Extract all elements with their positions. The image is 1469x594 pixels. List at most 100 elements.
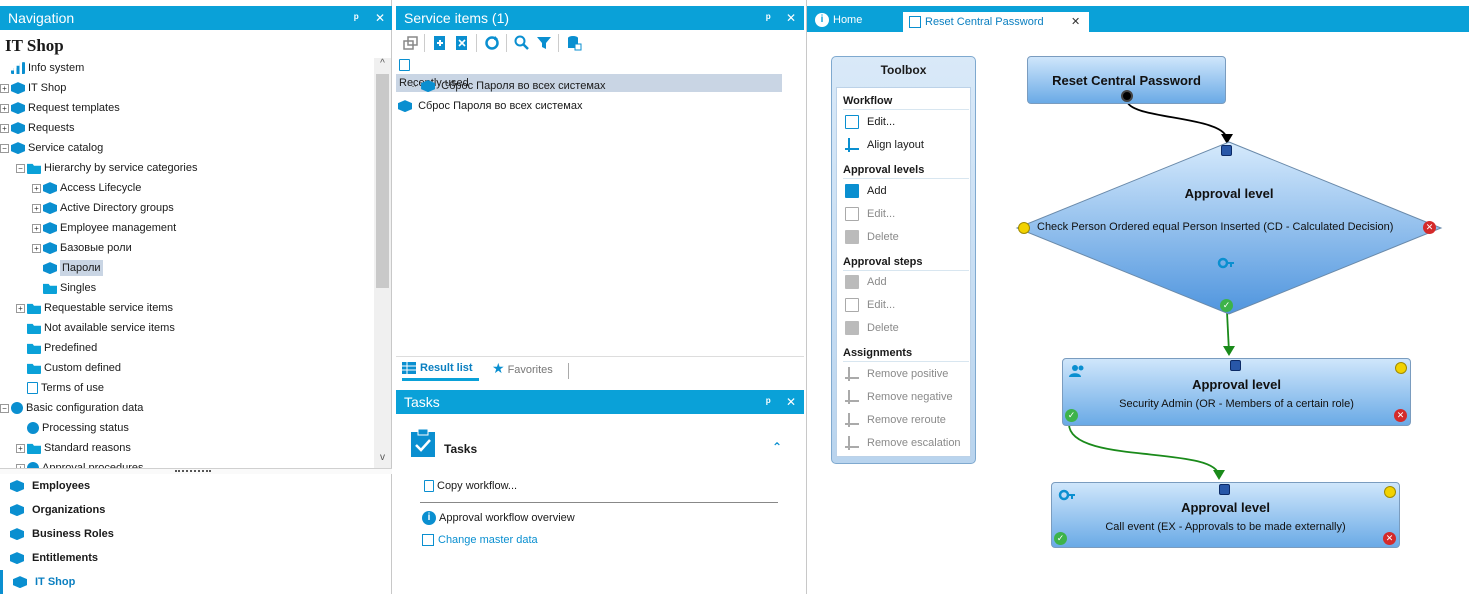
collapse-icon[interactable]: − <box>16 163 25 173</box>
tree-item[interactable]: +Approval procedures <box>16 458 144 468</box>
tree-item[interactable]: + Standard reasons <box>16 438 131 458</box>
expand-icon[interactable]: + <box>32 223 41 233</box>
level3-step[interactable]: Call event (EX - Approvals to be made ex… <box>1052 521 1399 533</box>
tree-item-label: Basic configuration data <box>26 402 144 414</box>
close-icon[interactable]: ✕ <box>375 6 385 30</box>
pin-icon[interactable]: ᵖ <box>354 6 359 30</box>
folder-icon <box>27 163 41 175</box>
nav-employees[interactable]: Employees <box>0 474 392 498</box>
list-item[interactable]: Сброс Пароля во всех системах <box>412 76 606 96</box>
collapse-icon[interactable]: − <box>0 143 9 153</box>
delete-item-icon[interactable] <box>454 35 470 51</box>
start-port[interactable] <box>1121 90 1133 102</box>
level3-reroute-dot[interactable] <box>1384 486 1396 498</box>
level3-negative-dot[interactable]: ✕ <box>1383 532 1396 545</box>
cart-icon <box>13 576 27 589</box>
copy-workflow-task[interactable]: Copy workflow... <box>422 478 517 494</box>
tab-favorites[interactable]: ★ Favorites <box>492 357 553 381</box>
link-icon[interactable] <box>402 35 418 51</box>
navigation-tree: Info system + IT Shop + Request templates + Re… <box>0 58 374 468</box>
tree-item[interactable]: Not available service items <box>16 318 175 338</box>
list-item[interactable]: Сброс Пароля во всех системах <box>396 96 582 116</box>
nav-it-shop[interactable]: IT Shop <box>0 570 392 594</box>
collapse-icon[interactable]: − <box>0 403 9 413</box>
tree-item[interactable]: + Request templates <box>0 98 120 118</box>
scroll-up-icon[interactable]: ^ <box>374 58 391 74</box>
expand-icon[interactable]: + <box>16 443 25 453</box>
level2-step[interactable]: Security Admin (OR - Members of a certai… <box>1063 398 1410 410</box>
tree-item[interactable]: + Active Directory groups <box>32 198 174 218</box>
level2-positive-dot[interactable]: ✓ <box>1065 409 1078 422</box>
level3-input-port[interactable] <box>1219 484 1230 495</box>
tree-item[interactable]: + Requests <box>0 118 74 138</box>
tree-item[interactable]: + IT Shop <box>0 78 66 98</box>
tree-item-label: IT Shop <box>28 82 67 94</box>
tree-item[interactable]: − Basic configuration data <box>0 398 143 418</box>
org-icon <box>10 504 24 517</box>
pin-icon[interactable]: ᵖ <box>766 6 771 30</box>
tree-item[interactable]: − Hierarchy by service categories <box>16 158 197 178</box>
tree-item[interactable]: Info system <box>0 58 84 78</box>
level3-positive-dot[interactable]: ✓ <box>1054 532 1067 545</box>
scroll-thumb[interactable] <box>376 74 389 288</box>
level2-reroute-dot[interactable] <box>1395 362 1407 374</box>
tree-item[interactable]: Пароли <box>32 258 103 278</box>
expand-icon[interactable]: + <box>0 123 9 133</box>
approval-level-3[interactable]: Approval level Call event (EX - Approval… <box>1051 482 1400 548</box>
change-master-data-link[interactable]: Change master data <box>422 532 538 548</box>
new-item-icon[interactable] <box>432 35 448 51</box>
approval-overview-task[interactable]: i Approval workflow overview <box>422 510 575 526</box>
tree-item-label: Singles <box>60 282 97 294</box>
service-item-label: Сброс Пароля во всех системах <box>418 100 583 112</box>
expand-icon[interactable]: + <box>32 203 41 213</box>
expand-icon[interactable]: + <box>0 83 9 93</box>
tree-item[interactable]: − Service catalog <box>0 138 103 158</box>
nav-item-label: Business Roles <box>32 528 114 540</box>
doc-icon <box>27 382 38 395</box>
nav-organizations[interactable]: Organizations <box>0 498 392 522</box>
level2-negative-dot[interactable]: ✕ <box>1394 409 1407 422</box>
expand-icon[interactable]: + <box>32 243 41 253</box>
tree-scrollbar[interactable]: ^ v <box>374 58 391 468</box>
recently-used-group[interactable]: Recently used <box>396 56 802 92</box>
tree-item-label: Access Lifecycle <box>60 182 142 194</box>
diamond-step[interactable]: Check Person Ordered equal Person Insert… <box>1037 221 1417 233</box>
close-icon[interactable]: ✕ <box>786 390 796 414</box>
search-icon[interactable] <box>514 35 530 51</box>
start-node[interactable]: Reset Central Password <box>1027 56 1226 104</box>
cube-icon <box>11 142 25 155</box>
close-icon[interactable]: ✕ <box>786 6 796 30</box>
tree-item[interactable]: Processing status <box>16 418 129 438</box>
diamond-positive-dot[interactable]: ✓ <box>1220 299 1233 312</box>
diamond-reroute-dot[interactable] <box>1018 222 1030 234</box>
tree-item[interactable]: Singles <box>32 278 96 298</box>
level2-input-port[interactable] <box>1230 360 1241 371</box>
diamond-negative-dot[interactable]: ✕ <box>1423 221 1436 234</box>
tree-item[interactable]: + Access Lifecycle <box>32 178 141 198</box>
refresh-icon[interactable] <box>484 35 500 51</box>
gear-icon <box>11 402 23 415</box>
expand-icon[interactable]: + <box>0 103 9 113</box>
tree-item[interactable]: Predefined <box>16 338 97 358</box>
filter-icon[interactable] <box>536 35 552 51</box>
tab-result-list[interactable]: Result list <box>402 357 479 381</box>
tree-item[interactable]: + Requestable service items <box>16 298 173 318</box>
collapse-icon[interactable]: ⌃ <box>772 440 782 454</box>
database-icon[interactable] <box>566 35 582 51</box>
tree-item[interactable]: + Базовые роли <box>32 238 132 258</box>
tree-item[interactable]: Custom defined <box>16 358 121 378</box>
expand-icon[interactable]: + <box>32 183 41 193</box>
pin-icon[interactable]: ᵖ <box>766 390 771 414</box>
nav-item-label: Employees <box>32 480 91 492</box>
nav-entitlements[interactable]: Entitlements <box>0 546 392 570</box>
tree-item[interactable]: Terms of use <box>16 378 104 398</box>
scroll-down-icon[interactable]: v <box>374 452 391 468</box>
approval-level-2[interactable]: Approval level Security Admin (OR - Memb… <box>1062 358 1411 426</box>
info-icon: i <box>422 511 436 526</box>
diamond-input-port[interactable] <box>1221 145 1232 156</box>
tree-item[interactable]: + Employee management <box>32 218 176 238</box>
nav-business-roles[interactable]: Business Roles <box>0 522 392 546</box>
expand-icon[interactable]: + <box>16 303 25 313</box>
